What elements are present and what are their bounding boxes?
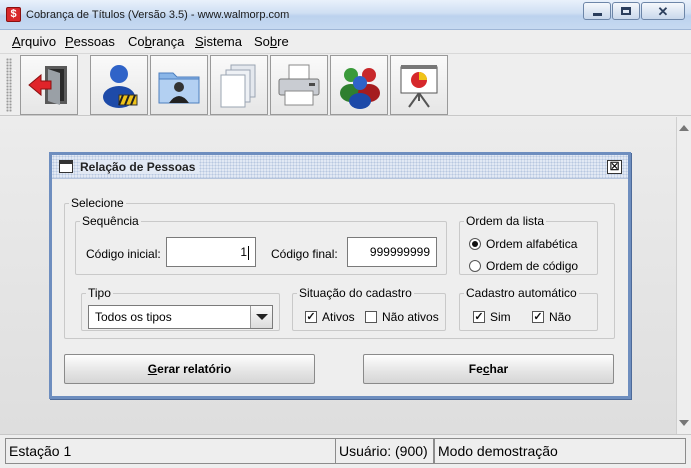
scroll-up-icon[interactable] <box>679 125 689 131</box>
ordem-alfabetica-radio[interactable]: Ordem alfabética <box>469 237 577 251</box>
status-estacao: Estação 1 <box>5 438 336 464</box>
minimize-icon <box>592 12 602 16</box>
users-group-icon <box>340 68 380 109</box>
checkmark-icon: ✓ <box>532 311 544 323</box>
close-button[interactable]: ✕ <box>641 2 685 20</box>
menu-text: istema <box>203 34 242 49</box>
fechar-button[interactable]: Fechar <box>363 354 614 384</box>
menu-text: essoas <box>73 34 115 49</box>
nao-checkbox[interactable]: ✓ Não <box>532 310 571 324</box>
menu-bar: Arquivo Pessoas Cobrança Sistema Sobre <box>0 30 691 52</box>
checkbox-label: Não ativos <box>382 310 439 324</box>
toolbar-users-button[interactable] <box>330 55 388 115</box>
tipo-selected-value: Todos os tipos <box>95 310 172 324</box>
menu-sobre[interactable]: Sobre <box>254 34 289 49</box>
menu-arquivo[interactable]: Arquivo <box>12 34 56 49</box>
radio-label: Ordem de código <box>486 259 579 273</box>
codigo-final-label: Código final: <box>271 247 338 261</box>
ativos-checkbox[interactable]: ✓ Ativos <box>305 310 355 324</box>
ordem-codigo-radio[interactable]: Ordem de código <box>469 259 578 273</box>
title-bar[interactable]: $ Cobrança de Títulos (Versão 3.5) - www… <box>0 0 691 30</box>
window-controls: ✕ <box>582 2 685 20</box>
dialog-close-icon[interactable]: ☒ <box>607 160 622 174</box>
button-text: Fe <box>468 362 483 376</box>
people-folder-icon <box>158 72 200 104</box>
button-text: erar relatório <box>157 362 232 376</box>
minimize-button[interactable] <box>583 2 611 20</box>
automatico-legend: Cadastro automático <box>466 286 577 300</box>
button-mnemonic: c <box>482 362 490 376</box>
situacao-group: Situação do cadastro <box>292 287 446 331</box>
menu-text: rquivo <box>20 34 57 49</box>
tipo-legend: Tipo <box>88 286 111 300</box>
situacao-legend: Situação do cadastro <box>299 286 412 300</box>
sim-checkbox[interactable]: ✓ Sim <box>473 310 511 324</box>
toolbar-grip[interactable] <box>6 58 12 112</box>
tipo-select[interactable]: Todos os tipos <box>88 305 273 329</box>
toolbar <box>0 53 691 116</box>
checkbox-label: Ativos <box>322 310 355 324</box>
toolbar-printer-button[interactable] <box>270 55 328 115</box>
menu-text: Co <box>128 34 145 49</box>
menu-mnemonic: S <box>195 34 204 49</box>
printer-icon <box>278 64 320 106</box>
selecione-legend: Selecione <box>71 196 124 210</box>
status-usuario: Usuário: (900) <box>335 438 434 464</box>
scroll-down-icon[interactable] <box>679 420 689 426</box>
checkmark-icon: ✓ <box>473 311 485 323</box>
menu-pessoas[interactable]: Pessoas <box>65 34 115 49</box>
checkbox-empty-icon <box>365 311 377 323</box>
codigo-inicial-input[interactable]: 1 <box>166 237 256 267</box>
toolbar-documents-button[interactable] <box>210 55 268 115</box>
dialog-title: Relação de Pessoas <box>80 160 200 174</box>
maximize-button[interactable] <box>612 2 640 20</box>
app-logo-icon[interactable]: $ <box>6 7 21 22</box>
menu-text: rança <box>151 34 185 49</box>
menu-cobranca[interactable]: Cobrança <box>128 34 184 49</box>
menu-sistema[interactable]: Sistema <box>195 34 242 49</box>
ordem-legend: Ordem da lista <box>466 214 545 228</box>
menu-mnemonic: b <box>144 34 152 49</box>
radio-label: Ordem alfabética <box>486 237 578 251</box>
menu-mnemonic: A <box>12 34 21 49</box>
menu-text: re <box>277 34 289 49</box>
gerar-relatorio-button[interactable]: Gerar relatório <box>64 354 315 384</box>
nao-ativos-checkbox[interactable]: Não ativos <box>365 310 439 324</box>
close-icon: ✕ <box>657 3 669 19</box>
button-text: har <box>489 362 509 376</box>
toolbar-people-button[interactable] <box>150 55 208 115</box>
user-edit-icon <box>103 65 138 108</box>
checkbox-label: Sim <box>490 310 511 324</box>
menu-mnemonic: P <box>65 34 74 49</box>
radio-selected-icon <box>469 238 481 250</box>
app-window: $ Cobrança de Títulos (Versão 3.5) - www… <box>0 0 691 468</box>
status-bar: Estação 1 Usuário: (900) Modo demostraçã… <box>0 434 691 468</box>
menu-text: So <box>254 34 270 49</box>
sequencia-legend: Sequência <box>82 214 139 228</box>
maximize-icon <box>621 7 631 15</box>
chevron-down-icon[interactable] <box>250 306 272 328</box>
checkbox-label: Não <box>549 310 572 324</box>
text-caret <box>248 245 249 260</box>
checkmark-icon: ✓ <box>305 311 317 323</box>
codigo-inicial-value: 1 <box>240 245 247 259</box>
toolbar-exit-button[interactable] <box>20 55 78 115</box>
documents-icon <box>220 64 256 108</box>
vertical-scrollbar[interactable] <box>676 117 691 434</box>
button-mnemonic: G <box>147 362 158 376</box>
exit-door-icon <box>28 66 67 105</box>
window-title: Cobrança de Títulos (Versão 3.5) - www.w… <box>26 9 290 21</box>
dialog-title-bar[interactable]: Relação de Pessoas ☒ <box>52 155 628 179</box>
cadastro-automatico-group: Cadastro automático <box>459 287 598 331</box>
toolbar-presentation-button[interactable] <box>390 55 448 115</box>
window-icon <box>59 160 73 173</box>
status-modo: Modo demostração <box>434 438 686 464</box>
toolbar-user-button[interactable] <box>90 55 148 115</box>
codigo-final-input[interactable]: 999999999 <box>347 237 437 267</box>
radio-unselected-icon <box>469 260 481 272</box>
codigo-inicial-label: Código inicial: <box>86 247 161 261</box>
presentation-chart-icon <box>400 65 438 108</box>
relacao-pessoas-dialog: Relação de Pessoas ☒ Selecione Sequência… <box>49 152 631 399</box>
